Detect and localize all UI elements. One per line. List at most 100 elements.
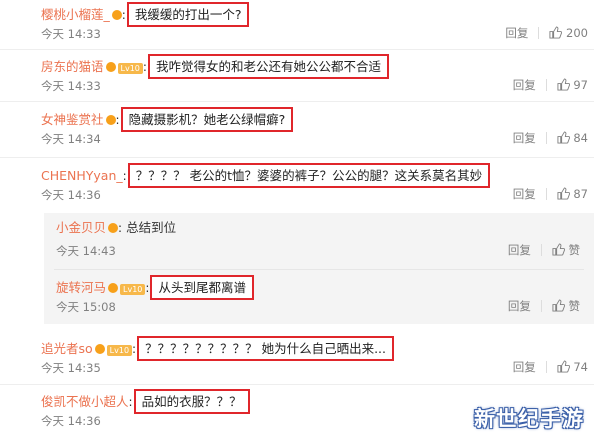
colon-separator: : [115, 113, 120, 127]
reply-button[interactable]: 回复 [508, 298, 531, 314]
like-label: 赞 [568, 243, 581, 257]
comment-header: 俊凯不做小超人: 品如的衣服？？？ [41, 389, 250, 414]
like-count: 84 [573, 131, 588, 145]
comment-item: 女神鉴赏社: 隐藏摄影机？她老公绿帽癖? 今天 14:34 回复 84 [0, 105, 594, 157]
reply-button[interactable]: 回复 [508, 242, 531, 258]
comment-item: 樱桃小榴莲_: 我缓缓的打出一个? 今天 14:33 回复 200 [0, 0, 594, 52]
comment-item: 房东的猫语 Lv10: 我咋觉得女的和老公还有她公公都不合适 今天 14:33 回复… [0, 52, 594, 104]
comment-text: ？？？？？？？？？ 她为什么自己晒出来... [137, 336, 394, 361]
comment-time: 今天 14:36 [41, 414, 101, 428]
comment-time: 今天 14:36 [41, 188, 101, 202]
reply-header: 小金贝贝: 总结到位 [56, 219, 176, 237]
comment-time: 今天 14:35 [41, 361, 101, 375]
reply-item: 小金贝贝: 总结到位 今天 14:43 回复 赞 [44, 217, 594, 267]
divider [545, 132, 547, 144]
username-link[interactable]: 房东的猫语 [41, 59, 104, 74]
vip-badge-icon [105, 62, 116, 72]
reply-button[interactable]: 回复 [513, 130, 536, 146]
colon-separator: : [121, 8, 126, 22]
comment-actions: 回复 200 [505, 25, 588, 41]
username-link[interactable]: 女神鉴赏社 [41, 112, 104, 127]
comment-time: 今天 14:34 [41, 132, 101, 146]
like-label: 赞 [568, 299, 581, 313]
like-count: 74 [573, 360, 588, 374]
comment-header: 女神鉴赏社: 隐藏摄影机？她老公绿帽癖? [41, 107, 294, 132]
like-button[interactable]: 87 [557, 187, 588, 201]
reply-actions: 回复 赞 [508, 242, 580, 258]
vip-badge-icon [108, 223, 119, 233]
like-count: 97 [573, 78, 588, 92]
comment-text: 我缓缓的打出一个? [126, 2, 250, 27]
reply-list: 小金贝贝: 总结到位 今天 14:43 回复 赞 旋转河马 Lv10: 从头到尾都离谱… [44, 213, 594, 324]
colon-separator: : [118, 221, 123, 235]
comment-header: 追光者so Lv10:？？？？？？？？？ 她为什么自己晒出来... [41, 336, 394, 361]
comment-item: 追光者so Lv10:？？？？？？？？？ 她为什么自己晒出来... 今天 14:3… [0, 334, 594, 386]
like-button[interactable]: 赞 [552, 298, 580, 314]
comment-text: 品如的衣服？？？ [133, 389, 250, 414]
vip-badge-icon [105, 115, 116, 125]
thumbs-up-icon [557, 78, 570, 91]
thumbs-up-icon [557, 131, 570, 144]
comment-actions: 回复 74 [513, 359, 588, 375]
level-badge: Lv10 [117, 63, 143, 74]
thumbs-up-icon [549, 26, 563, 39]
comment-text: ？？？？ 老公的t恤？婆婆的裤子？公公的腿？这关系莫名其妙 [127, 163, 491, 188]
reply-button[interactable]: 回复 [513, 77, 536, 93]
divider [545, 188, 547, 200]
comment-actions: 回复 84 [513, 130, 588, 146]
colon-separator: : [128, 395, 133, 409]
level-badge: Lv10 [106, 345, 133, 356]
reply-time: 今天 15:08 [56, 300, 116, 314]
reply-item: 旋转河马 Lv10: 从头到尾都离谱 今天 15:08 回复 赞 [44, 273, 594, 323]
vip-badge-icon [94, 344, 105, 354]
like-count: 87 [573, 187, 588, 201]
like-button[interactable]: 97 [557, 78, 588, 92]
colon-separator: : [142, 60, 147, 74]
divider [0, 157, 594, 158]
username-link[interactable]: 樱桃小榴莲_ [41, 7, 110, 22]
divider [0, 384, 594, 385]
comment-text: 隐藏摄影机？她老公绿帽癖? [120, 107, 294, 132]
reply-time: 今天 14:43 [56, 244, 116, 258]
thumbs-up-icon [552, 299, 565, 312]
comment-header: 房东的猫语 Lv10: 我咋觉得女的和老公还有她公公都不合适 [41, 54, 389, 79]
username-link[interactable]: 俊凯不做小超人 [41, 394, 129, 409]
divider [0, 49, 594, 50]
divider [0, 101, 594, 102]
username-link[interactable]: 小金贝贝 [56, 220, 106, 235]
colon-separator: : [122, 169, 127, 183]
comment-time: 今天 14:33 [41, 79, 101, 93]
divider [54, 269, 584, 270]
thumbs-up-icon [557, 360, 570, 373]
divider [538, 27, 540, 39]
like-button[interactable]: 赞 [552, 242, 580, 258]
vip-badge-icon [111, 10, 122, 20]
level-badge: Lv10 [120, 284, 146, 295]
reply-button[interactable]: 回复 [513, 186, 536, 202]
colon-separator: : [132, 342, 137, 356]
like-button[interactable]: 84 [557, 131, 588, 145]
like-button[interactable]: 74 [557, 360, 588, 374]
divider [545, 79, 547, 91]
comment-item: CHENHYyan_:？？？？ 老公的t恤？婆婆的裤子？公公的腿？这关系莫名其妙… [0, 161, 594, 213]
like-count: 200 [566, 26, 588, 40]
thumbs-up-icon [552, 243, 565, 256]
divider [540, 300, 542, 312]
reply-text: 从头到尾都离谱 [150, 275, 254, 300]
comment-header: CHENHYyan_:？？？？ 老公的t恤？婆婆的裤子？公公的腿？这关系莫名其妙 [41, 163, 491, 188]
like-button[interactable]: 200 [549, 26, 588, 40]
comment-text: 我咋觉得女的和老公还有她公公都不合适 [147, 54, 389, 79]
comment-actions: 回复 87 [513, 186, 588, 202]
comment-actions: 回复 97 [513, 77, 588, 93]
reply-header: 旋转河马 Lv10: 从头到尾都离谱 [56, 275, 254, 300]
thumbs-up-icon [557, 187, 570, 200]
username-link[interactable]: CHENHYyan_ [41, 168, 123, 183]
site-watermark: 新世纪手游 [474, 406, 584, 431]
divider [540, 244, 542, 256]
reply-button[interactable]: 回复 [505, 25, 528, 41]
reply-button[interactable]: 回复 [513, 359, 536, 375]
vip-badge-icon [108, 283, 119, 293]
username-link[interactable]: 追光者so [41, 341, 93, 356]
username-link[interactable]: 旋转河马 [56, 280, 106, 295]
reply-actions: 回复 赞 [508, 298, 580, 314]
